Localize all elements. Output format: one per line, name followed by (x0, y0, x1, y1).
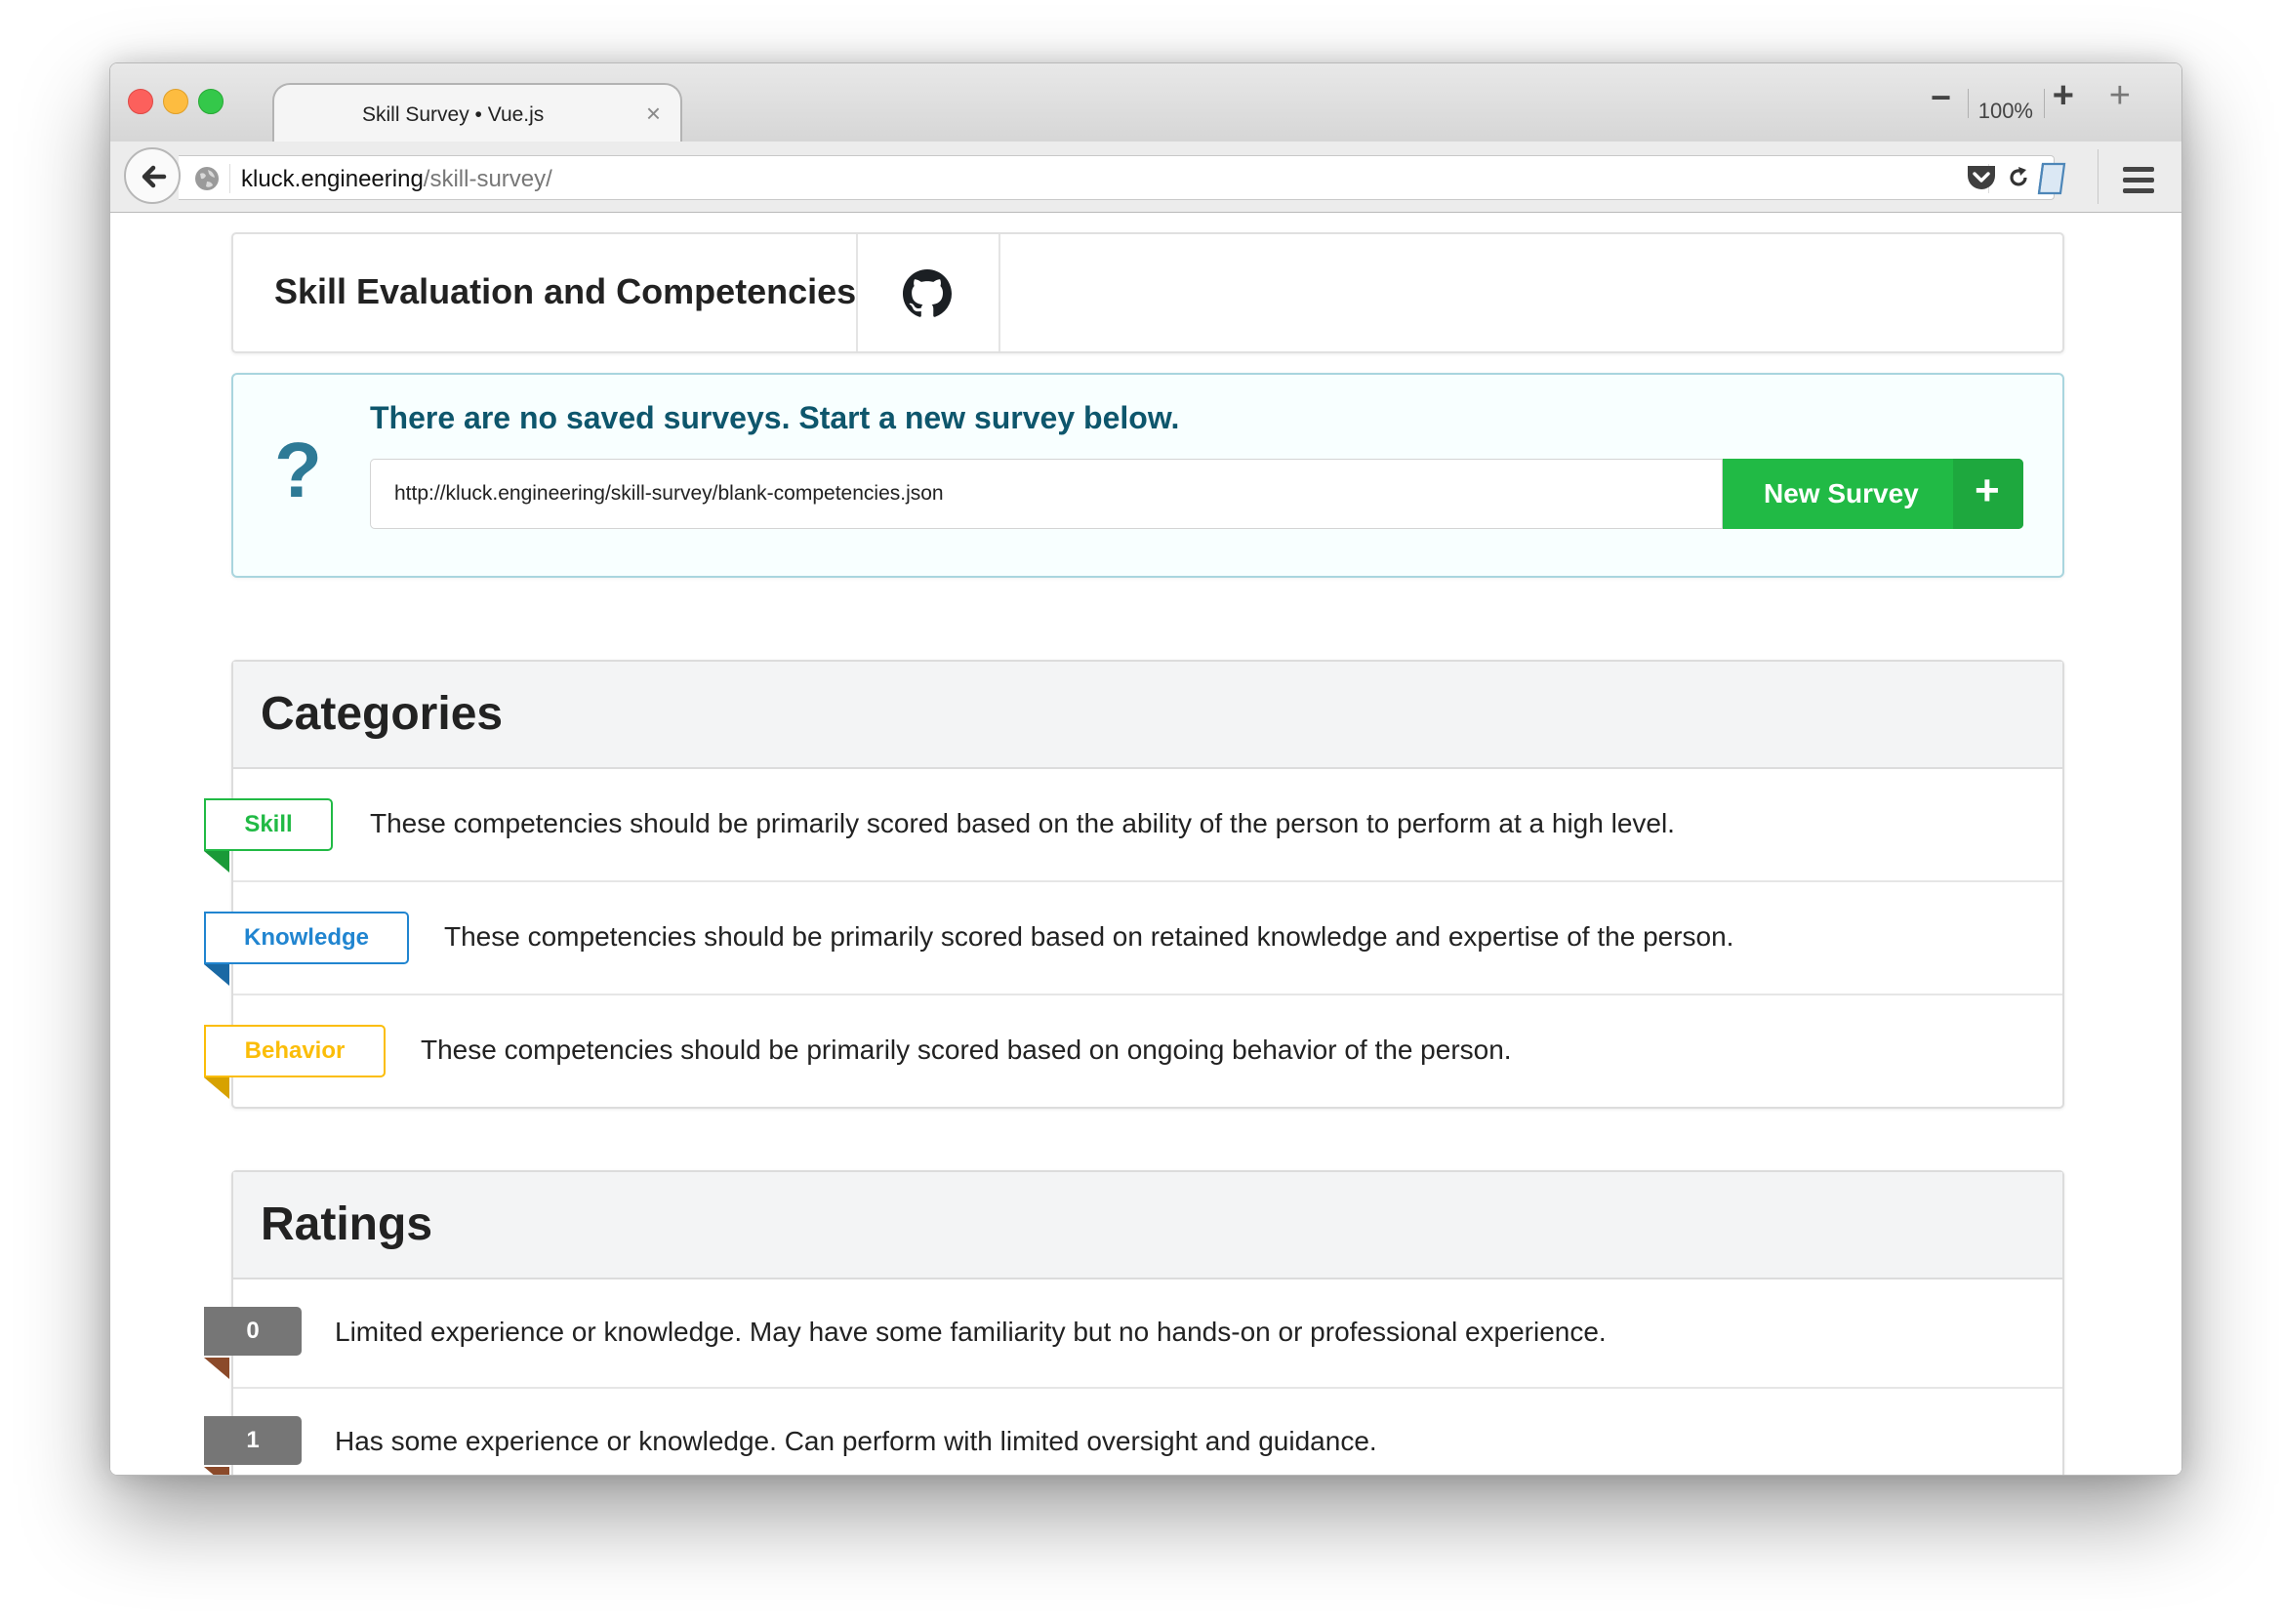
new-survey-label: New Survey (1764, 478, 1919, 508)
back-button[interactable] (124, 147, 181, 204)
category-row-knowledge: Knowledge These competencies should be p… (204, 882, 2062, 995)
rating-row: 0 Limited experience or knowledge. May h… (204, 1279, 2062, 1389)
close-window-button[interactable] (128, 89, 153, 114)
category-row-behavior: Behavior These competencies should be pr… (204, 995, 2062, 1107)
plus-icon-box: + (1953, 459, 2023, 529)
browser-window: Skill Survey • Vue.js × − 100% + + kluck… (109, 62, 2182, 1476)
zoom-level[interactable]: 100% (1978, 99, 2033, 124)
url-divider (229, 164, 230, 193)
ratings-title: Ratings (261, 1198, 433, 1250)
knowledge-ribbon-label: Knowledge (204, 912, 409, 986)
page-title: Skill Evaluation and Competencies (274, 271, 857, 311)
new-survey-button[interactable]: New Survey + (1723, 459, 2023, 529)
navigation-bar: kluck.engineering/skill-survey/ (110, 142, 2181, 213)
rating-row: 1 Has some experience or knowledge. Can … (204, 1389, 2062, 1475)
header-divider (998, 234, 1000, 351)
ratings-header: Ratings (233, 1172, 2062, 1279)
maximize-window-button[interactable] (198, 89, 224, 114)
menu-divider (2098, 149, 2099, 204)
zoom-divider (2044, 89, 2045, 118)
url-bar[interactable]: kluck.engineering/skill-survey/ (179, 155, 2055, 200)
url-path: /skill-survey/ (423, 166, 552, 192)
url-host: kluck.engineering (241, 166, 424, 192)
zoom-in-button[interactable]: + (2053, 75, 2074, 117)
rating-label: 0 (204, 1307, 302, 1379)
question-icon: ? (274, 426, 322, 513)
globe-icon (195, 167, 219, 190)
tab-close-icon[interactable]: × (646, 99, 661, 129)
categories-header: Categories (233, 662, 2062, 769)
app-header: Skill Evaluation and Competencies (231, 232, 2064, 353)
zoom-divider (1968, 89, 1969, 118)
message-header: There are no saved surveys. Start a new … (370, 400, 1180, 435)
hamburger-menu-icon[interactable] (2123, 167, 2154, 199)
header-divider (856, 234, 858, 351)
behavior-description: These competencies should be primarily s… (421, 1035, 1512, 1065)
plus-icon: + (1975, 467, 2000, 514)
new-tab-button[interactable]: + (2109, 75, 2131, 117)
categories-title: Categories (261, 688, 504, 740)
ratings-panel: Ratings 0 Limited experience or knowledg… (204, 1170, 2064, 1475)
skill-description: These competencies should be primarily s… (370, 808, 1675, 838)
knowledge-description: These competencies should be primarily s… (444, 921, 1734, 952)
zoom-out-button[interactable]: − (1931, 77, 1951, 118)
category-row-skill: Skill These competencies should be prima… (204, 769, 2062, 882)
browser-tab[interactable]: Skill Survey • Vue.js × (272, 83, 682, 142)
back-arrow-icon (142, 165, 167, 188)
page-content: Skill Evaluation and Competencies ? Ther… (110, 213, 2181, 1475)
rating-description: Has some experience or knowledge. Can pe… (335, 1426, 1377, 1456)
minimize-window-button[interactable] (163, 89, 188, 114)
reading-list-icon[interactable] (2035, 161, 2068, 196)
no-surveys-message: ? There are no saved surveys. Start a ne… (231, 373, 2064, 578)
reload-icon[interactable] (2003, 162, 2034, 193)
rating-description: Limited experience or knowledge. May hav… (335, 1317, 1607, 1347)
rating-label: 1 (204, 1416, 302, 1475)
tab-bar: Skill Survey • Vue.js × − 100% + + (110, 63, 2181, 142)
url-text[interactable]: kluck.engineering/skill-survey/ (241, 166, 552, 193)
tab-title: Skill Survey • Vue.js (362, 103, 545, 126)
behavior-ribbon-label: Behavior (204, 1025, 386, 1099)
categories-panel: Categories Skill These competencies shou… (204, 660, 2064, 1109)
github-icon[interactable] (903, 269, 952, 318)
pocket-icon[interactable] (1965, 163, 1998, 194)
survey-url-input[interactable]: http://kluck.engineering/skill-survey/bl… (370, 459, 1723, 529)
skill-ribbon-label: Skill (204, 798, 333, 873)
